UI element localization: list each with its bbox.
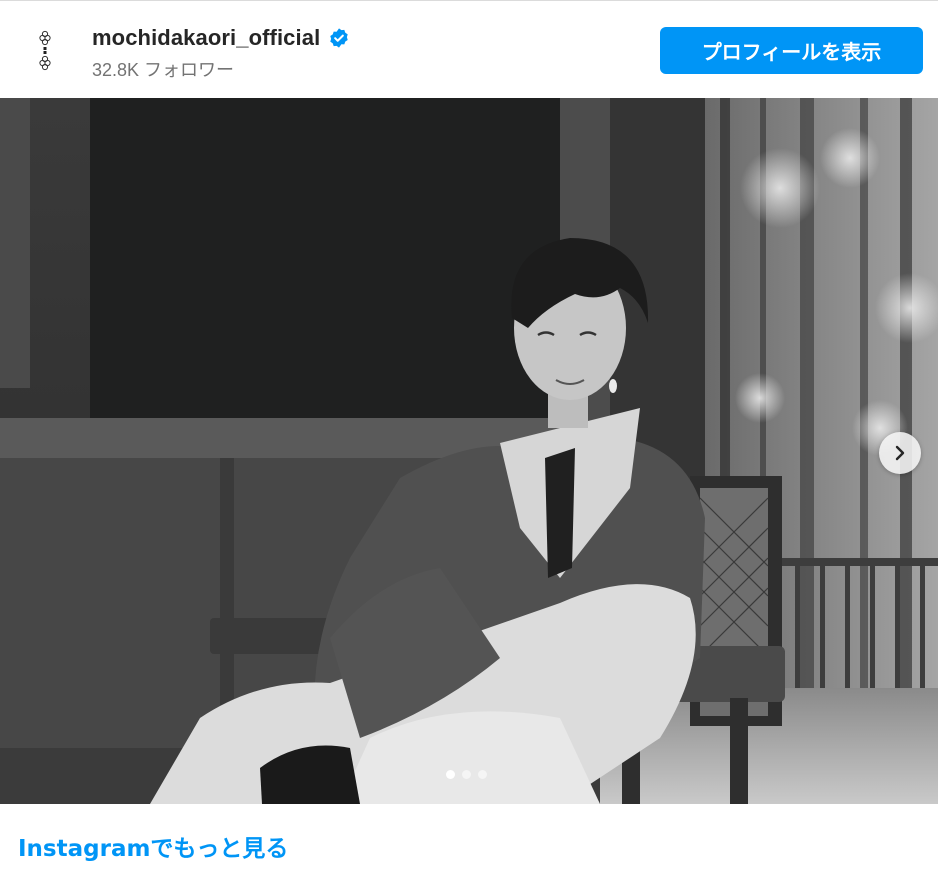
- verified-badge-icon: [330, 28, 348, 48]
- view-profile-button[interactable]: プロフィールを表示: [660, 27, 923, 74]
- carousel-dot-2: [462, 770, 471, 779]
- carousel-indicator: [446, 770, 487, 779]
- post-photo[interactable]: [0, 98, 938, 804]
- carousel-dot-3: [478, 770, 487, 779]
- instagram-embed-card: mochidakaori_official 32.8K フォロワー プロフィール…: [0, 0, 938, 876]
- photo-image: [0, 98, 938, 804]
- chevron-right-icon: [895, 445, 905, 461]
- carousel-next-button[interactable]: [879, 432, 921, 474]
- view-more-on-instagram-link[interactable]: Instagramでもっと見る: [18, 829, 288, 863]
- follower-count: 32.8K フォロワー: [92, 60, 235, 80]
- username-row: mochidakaori_official: [92, 25, 350, 51]
- username-link[interactable]: mochidakaori_official: [92, 25, 320, 51]
- carousel-dot-1: [446, 770, 455, 779]
- profile-avatar[interactable]: [20, 25, 70, 75]
- avatar-logo-icon: [39, 30, 51, 71]
- post-header: mochidakaori_official 32.8K フォロワー プロフィール…: [0, 1, 938, 98]
